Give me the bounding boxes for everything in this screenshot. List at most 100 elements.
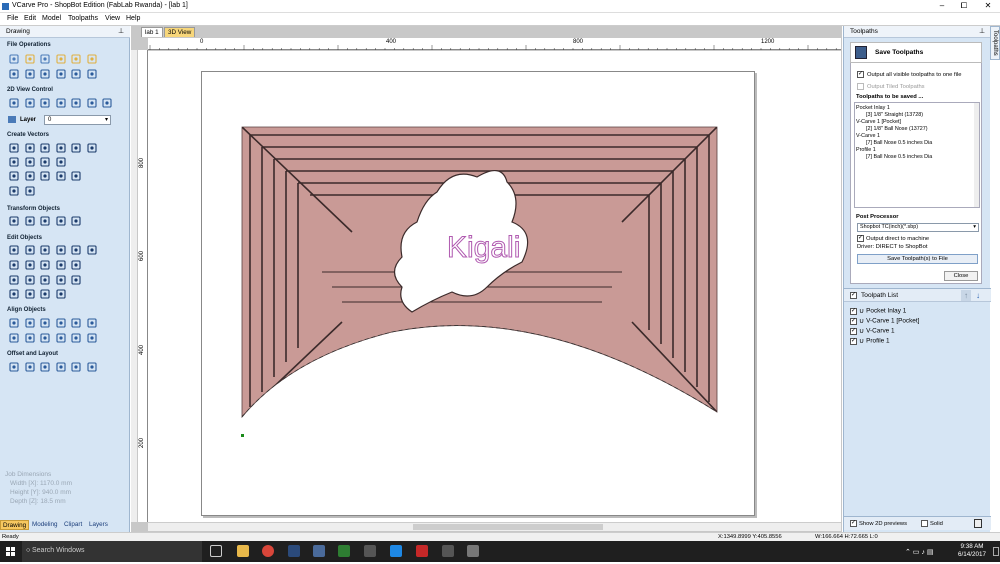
mirror-icon[interactable]	[40, 275, 50, 285]
edge-icon[interactable]	[338, 545, 350, 557]
open-folder-icon[interactable]	[55, 54, 66, 64]
bracket-icon[interactable]	[40, 289, 50, 299]
ellipse-icon[interactable]	[24, 143, 35, 153]
node-edit-icon[interactable]	[24, 245, 35, 255]
grid-icon[interactable]	[55, 171, 66, 181]
scale-icon[interactable]	[24, 216, 35, 226]
text-curve-icon[interactable]	[40, 171, 50, 181]
array-icon[interactable]	[40, 362, 50, 372]
align-right-icon[interactable]	[71, 318, 81, 328]
circle-icon[interactable]	[9, 143, 19, 153]
solid-checkbox[interactable]	[921, 520, 928, 527]
horizontal-scrollbar[interactable]	[148, 522, 841, 531]
fillet-icon[interactable]	[55, 260, 66, 270]
menu-help[interactable]: Help	[126, 15, 140, 22]
toolpath-checkbox[interactable]: ✓	[850, 317, 857, 325]
maximize-button[interactable]: ⧠	[958, 1, 970, 11]
menu-model[interactable]: Model	[42, 15, 61, 22]
break-icon[interactable]	[24, 260, 35, 270]
move-down-icon[interactable]: ↓	[973, 290, 983, 301]
align-icon[interactable]	[40, 333, 50, 343]
minimize-button[interactable]: –	[936, 1, 948, 11]
bracket-icon[interactable]	[24, 289, 35, 299]
zoom-out-icon[interactable]	[55, 98, 66, 108]
distribute-icon[interactable]	[86, 362, 97, 372]
open-file-icon[interactable]	[24, 54, 35, 64]
delete-icon[interactable]	[974, 519, 982, 528]
line-icon[interactable]	[9, 157, 19, 167]
close-button[interactable]: ✕	[982, 1, 994, 11]
align-icon[interactable]	[24, 333, 35, 343]
tab-icon[interactable]	[24, 275, 35, 285]
arc-icon[interactable]	[24, 157, 35, 167]
align-left-icon[interactable]	[40, 318, 50, 328]
toolpath-item[interactable]: ✓ ∪ V-Carve 1 [Pocket]	[850, 317, 919, 325]
layout-icon[interactable]	[55, 362, 66, 372]
app-icon[interactable]	[313, 545, 325, 557]
view-icon[interactable]	[71, 98, 81, 108]
toolpath-checkbox[interactable]: ✓	[850, 337, 857, 345]
align-icon[interactable]	[71, 333, 81, 343]
tab-layers[interactable]: Layers	[87, 520, 110, 530]
doc-tab-3d-view[interactable]: 3D View	[164, 27, 196, 37]
app-icon[interactable]	[364, 545, 376, 557]
transform-icon[interactable]	[40, 245, 50, 255]
move-up-icon[interactable]: ↑	[961, 290, 971, 301]
toolpath-checkbox[interactable]: ✓	[850, 327, 857, 335]
select-icon[interactable]	[9, 69, 19, 79]
tab-modeling[interactable]: Modeling	[30, 520, 60, 530]
menu-edit[interactable]: Edit	[24, 15, 36, 22]
toolpaths-side-tab[interactable]: Toolpaths	[990, 26, 1000, 60]
chevron-icon[interactable]	[55, 289, 66, 299]
close-panel-button[interactable]: Close	[944, 271, 978, 281]
task-view-icon[interactable]	[210, 545, 222, 557]
rectangle-icon[interactable]	[40, 143, 50, 153]
layer-select[interactable]: 0 ▾	[44, 115, 111, 125]
toolpath-checkbox[interactable]: ✓	[850, 307, 857, 315]
curve-icon[interactable]	[40, 157, 50, 167]
tab-clipart[interactable]: Clipart	[62, 520, 84, 530]
menu-file[interactable]: File	[7, 15, 18, 22]
copy-icon[interactable]	[40, 69, 50, 79]
arrow-icon[interactable]	[9, 275, 19, 285]
align-center-icon[interactable]	[9, 318, 19, 328]
offset-icon[interactable]	[9, 362, 19, 372]
view-icon[interactable]	[102, 98, 112, 108]
rotate-icon[interactable]	[40, 216, 50, 226]
align-bottom-icon[interactable]	[86, 318, 97, 328]
align-icon[interactable]	[71, 216, 81, 226]
post-processor-select[interactable]: Shopbot TC(inch)(*.sbp) ▾	[857, 223, 979, 232]
mirror-icon[interactable]	[55, 216, 66, 226]
weld-icon[interactable]	[86, 245, 97, 255]
toolpath-item[interactable]: ✓ ∪ V-Carve 1	[850, 327, 895, 335]
import-icon[interactable]	[71, 54, 81, 64]
pan-icon[interactable]	[9, 98, 19, 108]
cut-icon[interactable]	[24, 69, 35, 79]
menu-toolpaths[interactable]: Toolpaths	[68, 15, 98, 22]
align-icon[interactable]	[9, 333, 19, 343]
app-icon[interactable]	[442, 545, 454, 557]
pin-icon[interactable]: ⊥	[118, 27, 124, 35]
align-icon[interactable]	[55, 333, 66, 343]
text-box-icon[interactable]	[24, 171, 35, 181]
save-icon[interactable]	[40, 54, 50, 64]
toolpath-item[interactable]: ✓ ∪ Pocket Inlay 1	[850, 307, 906, 315]
nest-icon[interactable]	[24, 362, 35, 372]
trim-icon[interactable]	[40, 260, 50, 270]
new-file-icon[interactable]	[9, 54, 19, 64]
clock[interactable]: 9:38 AM 6/14/2017	[958, 543, 986, 559]
file-explorer-icon[interactable]	[237, 545, 249, 557]
zoom-extents-icon[interactable]	[40, 98, 50, 108]
copy-array-icon[interactable]	[71, 362, 81, 372]
one-file-checkbox[interactable]: ✓	[857, 71, 864, 78]
app-icon[interactable]	[390, 545, 402, 557]
doc-tab-lab1[interactable]: lab 1	[141, 27, 163, 37]
ungroup-icon[interactable]	[71, 245, 81, 255]
zoom-in-icon[interactable]	[24, 98, 35, 108]
polygon-icon[interactable]	[55, 143, 66, 153]
tray-icons[interactable]: ⌃ ▭ ♪ ▤	[905, 548, 933, 556]
star-icon[interactable]	[86, 143, 97, 153]
taskbar-search[interactable]: ○ Search Windows	[22, 541, 202, 562]
dimension-icon[interactable]	[24, 186, 35, 196]
select-arrow-icon[interactable]	[9, 245, 19, 255]
